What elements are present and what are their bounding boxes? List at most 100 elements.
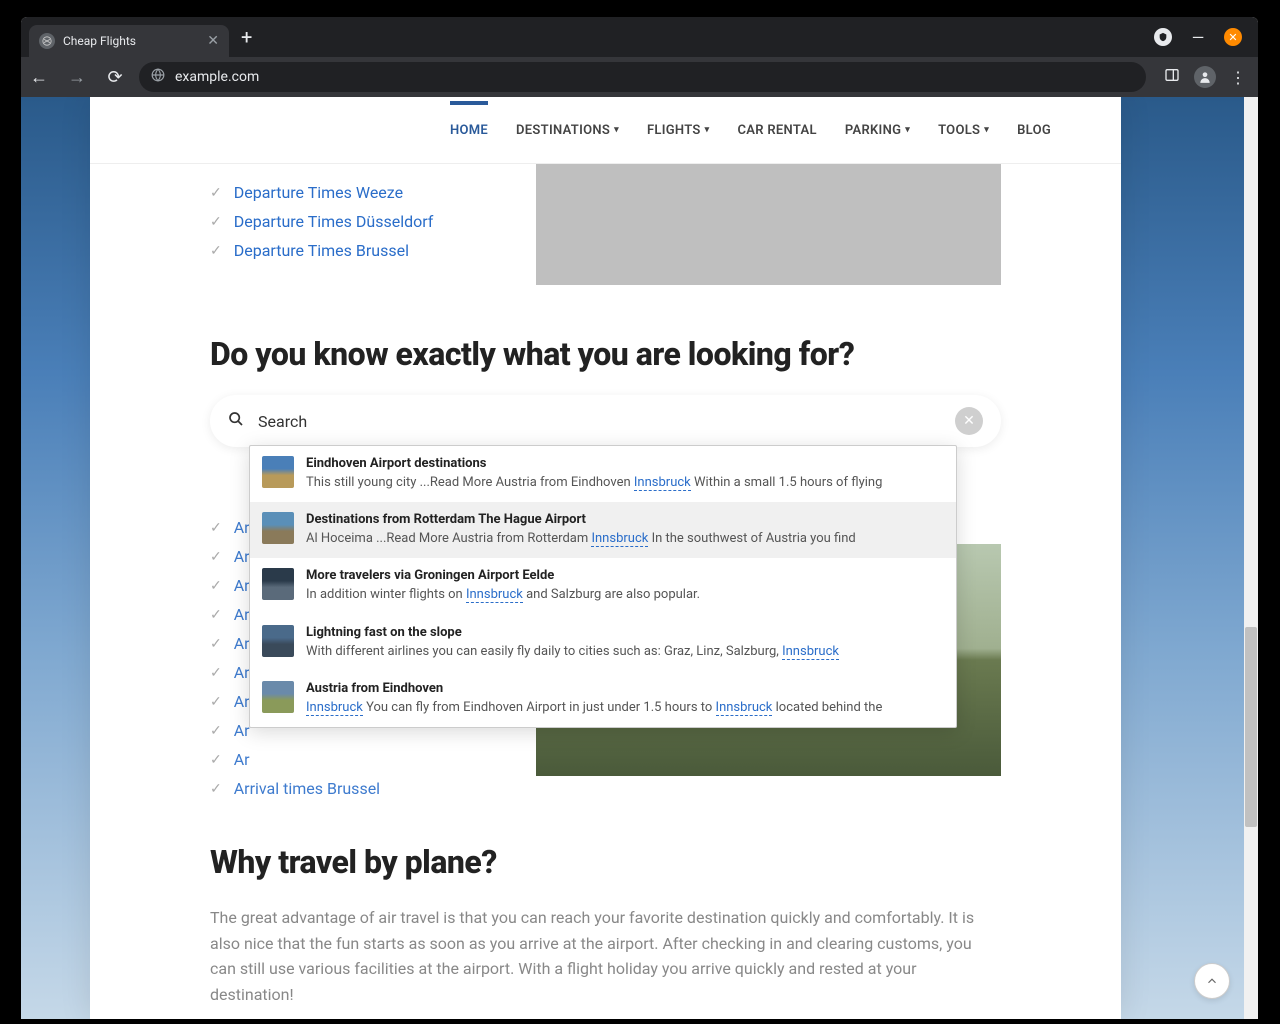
- result-thumbnail: [262, 456, 294, 488]
- close-window-button[interactable]: ✕: [1224, 28, 1242, 46]
- extension-icon[interactable]: [1154, 28, 1172, 46]
- check-icon: ✓: [210, 520, 222, 536]
- tab-title: Cheap Flights: [63, 34, 136, 48]
- departure-link[interactable]: Departure Times Brussel: [234, 241, 409, 260]
- arrival-link[interactable]: Ar: [234, 547, 250, 566]
- nav-item-tools[interactable]: TOOLS▾: [938, 101, 989, 160]
- back-button[interactable]: ←: [25, 67, 53, 88]
- check-icon: ✓: [210, 607, 222, 623]
- check-icon: ✓: [210, 723, 222, 739]
- check-icon: ✓: [210, 549, 222, 565]
- result-snippet: Innsbruck You can fly from Eindhoven Air…: [306, 699, 944, 717]
- result-thumbnail: [262, 568, 294, 600]
- result-thumbnail: [262, 512, 294, 544]
- nav-item-blog[interactable]: BLOG: [1017, 101, 1051, 160]
- search-result-item[interactable]: Austria from Eindhoven Innsbruck You can …: [250, 671, 956, 727]
- search-result-item[interactable]: More travelers via Groningen Airport Eel…: [250, 558, 956, 614]
- chevron-down-icon: ▾: [984, 125, 989, 135]
- arrival-link[interactable]: Ar: [234, 692, 250, 711]
- arrival-link[interactable]: Ar: [234, 663, 250, 682]
- result-snippet: Al Hoceima ...Read More Austria from Rot…: [306, 530, 944, 548]
- forward-button[interactable]: →: [63, 67, 91, 88]
- nav-item-flights[interactable]: FLIGHTS▾: [647, 101, 710, 160]
- url-input[interactable]: example.com: [139, 62, 1146, 92]
- result-body: More travelers via Groningen Airport Eel…: [306, 568, 944, 604]
- check-icon: ✓: [210, 752, 222, 768]
- result-title: More travelers via Groningen Airport Eel…: [306, 568, 944, 583]
- scrollbar-track[interactable]: [1244, 97, 1258, 1019]
- arrival-link[interactable]: Ar: [234, 518, 250, 537]
- chevron-down-icon: ▾: [614, 125, 619, 135]
- search-clear-button[interactable]: ✕: [955, 407, 983, 435]
- search-keyword: Innsbruck: [591, 531, 648, 547]
- search-keyword: Innsbruck: [306, 700, 363, 716]
- search-wrapper: Search ✕ Eindhoven Airport destinationsT…: [210, 395, 1001, 447]
- window-controls: — ✕: [1154, 28, 1250, 46]
- search-keyword: Innsbruck: [634, 475, 691, 491]
- scrollbar-thumb[interactable]: [1245, 627, 1257, 827]
- nav-item-home[interactable]: HOME: [450, 101, 488, 160]
- search-result-item[interactable]: Lightning fast on the slope With differen…: [250, 615, 956, 671]
- arrival-link[interactable]: Ar: [234, 721, 250, 740]
- new-tab-button[interactable]: +: [233, 25, 260, 49]
- back-to-top-button[interactable]: [1194, 963, 1230, 999]
- browser-tab[interactable]: Cheap Flights ✕: [29, 25, 229, 57]
- result-snippet: This still young city ...Read More Austr…: [306, 474, 944, 492]
- departure-link[interactable]: Departure Times Düsseldorf: [234, 212, 434, 231]
- departure-link[interactable]: Departure Times Weeze: [234, 183, 403, 202]
- search-result-item[interactable]: Eindhoven Airport destinationsThis still…: [250, 446, 956, 502]
- minimize-button[interactable]: —: [1190, 29, 1206, 45]
- result-title: Lightning fast on the slope: [306, 625, 944, 640]
- search-keyword: Innsbruck: [466, 587, 523, 603]
- tab-close-icon[interactable]: ✕: [207, 33, 219, 49]
- list-item: ✓Arrival times Brussel: [210, 774, 1001, 803]
- chevron-down-icon: ▾: [705, 125, 710, 135]
- check-icon: ✓: [210, 185, 222, 201]
- result-title: Destinations from Rotterdam The Hague Ai…: [306, 512, 944, 527]
- arrival-link[interactable]: Arrival times Brussel: [234, 779, 380, 798]
- nav-item-parking[interactable]: PARKING▾: [845, 101, 910, 160]
- placeholder-image: [536, 164, 1001, 285]
- check-icon: ✓: [210, 214, 222, 230]
- check-icon: ✓: [210, 665, 222, 681]
- arrival-link[interactable]: Ar: [234, 576, 250, 595]
- paragraph-1: The great advantage of air travel is tha…: [210, 905, 1001, 1007]
- search-result-item[interactable]: Destinations from Rotterdam The Hague Ai…: [250, 502, 956, 558]
- arrival-link[interactable]: Ar: [234, 634, 250, 653]
- main-navigation: HOME DESTINATIONS▾ FLIGHTS▾ CAR RENTAL PARKI…: [90, 97, 1121, 164]
- check-icon: ✓: [210, 636, 222, 652]
- result-body: Eindhoven Airport destinationsThis still…: [306, 456, 944, 492]
- menu-button[interactable]: ⋮: [1230, 68, 1246, 87]
- nav-item-destinations[interactable]: DESTINATIONS▾: [516, 101, 619, 160]
- chevron-down-icon: ▾: [905, 125, 910, 135]
- nav-item-car-rental[interactable]: CAR RENTAL: [738, 101, 817, 160]
- reload-button[interactable]: ⟳: [101, 67, 129, 88]
- check-icon: ✓: [210, 694, 222, 710]
- page-content: HOME DESTINATIONS▾ FLIGHTS▾ CAR RENTAL PARKI…: [90, 97, 1121, 1019]
- tab-strip: Cheap Flights ✕ + — ✕: [21, 17, 1258, 57]
- search-label: Search: [258, 412, 941, 431]
- check-icon: ✓: [210, 243, 222, 259]
- result-title: Austria from Eindhoven: [306, 681, 944, 696]
- result-body: Lightning fast on the slope With differen…: [306, 625, 944, 661]
- why-heading: Why travel by plane?: [210, 843, 1001, 881]
- profile-button[interactable]: [1194, 66, 1216, 88]
- url-text: example.com: [175, 69, 259, 85]
- result-thumbnail: [262, 625, 294, 657]
- address-bar: ← → ⟳ example.com ⋮: [21, 57, 1258, 97]
- result-thumbnail: [262, 681, 294, 713]
- search-icon: [228, 411, 244, 431]
- content-area: ✓ Departure Times Weeze ✓ Departure Times D…: [90, 164, 1121, 1019]
- result-body: Austria from Eindhoven Innsbruck You can …: [306, 681, 944, 717]
- search-keyword: Innsbruck: [716, 700, 773, 716]
- arrival-link[interactable]: Ar: [234, 750, 250, 769]
- arrival-link[interactable]: Ar: [234, 605, 250, 624]
- search-input[interactable]: Search ✕: [210, 395, 1001, 447]
- check-icon: ✓: [210, 578, 222, 594]
- search-heading: Do you know exactly what you are looking…: [210, 335, 1001, 373]
- site-info-icon[interactable]: [151, 68, 165, 86]
- tab-favicon: [39, 33, 55, 49]
- search-keyword: Innsbruck: [782, 644, 839, 660]
- result-snippet: With different airlines you can easily f…: [306, 643, 944, 661]
- panel-toggle-icon[interactable]: [1164, 67, 1180, 87]
